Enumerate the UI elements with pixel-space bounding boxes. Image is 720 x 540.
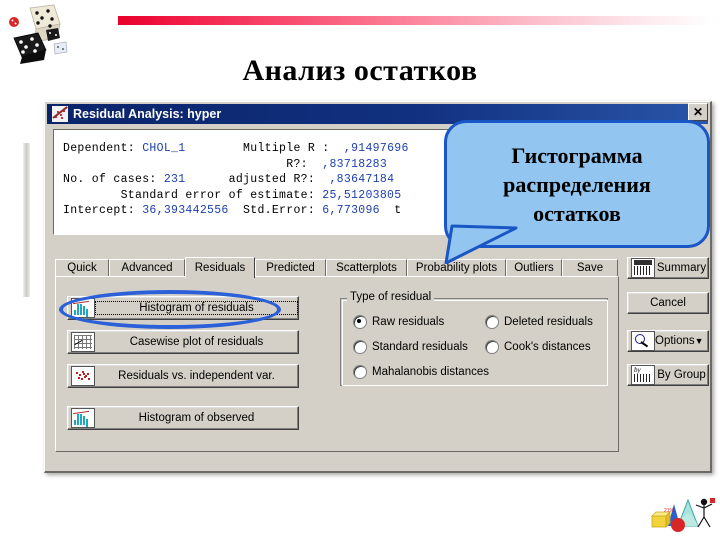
r-squared-label: R?:: [286, 157, 308, 171]
callout-line-2: распределения: [503, 171, 651, 197]
by-group-label: By Group: [657, 369, 706, 381]
tabstrip: Quick Advanced Residuals Predicted Scatt…: [55, 257, 703, 278]
radio-dot-icon: [485, 315, 499, 329]
dependent-label: Dependent:: [63, 142, 136, 155]
residuals-vs-independent-var-button[interactable]: Residuals vs. independent var.: [67, 364, 299, 388]
adj-r-label: adjusted R?:: [228, 173, 316, 186]
std-error-estimate-value: 25,51203805: [322, 188, 402, 202]
radio-cooks-distances[interactable]: Cook's distances: [485, 340, 591, 354]
radio-cooks-distances-label: Cook's distances: [504, 341, 591, 353]
radio-deleted-residuals-label: Deleted residuals: [504, 316, 593, 328]
scatter-plot-icon: [71, 366, 95, 386]
decorative-rule: [118, 16, 714, 25]
summary-table-icon: [631, 258, 655, 278]
std-error-label: Std.Error:: [243, 204, 316, 217]
radio-dot-icon: [485, 340, 499, 354]
app-icon: [51, 105, 69, 123]
std-error-estimate-label: Standard error of estimate:: [120, 188, 316, 202]
radio-dot-icon: [353, 365, 367, 379]
summary-button[interactable]: Summary: [627, 257, 709, 279]
multiple-r-value: ,91497696: [343, 142, 409, 155]
page-title: Анализ остатков: [242, 54, 478, 87]
tab-advanced[interactable]: Advanced: [109, 259, 185, 277]
tab-quick[interactable]: Quick: [55, 259, 109, 277]
type-of-residual-legend: Type of residual: [347, 291, 435, 303]
callout-line-1: Гистограмма: [511, 142, 643, 168]
radio-dot-icon: [353, 340, 367, 354]
radio-standard-residuals-label: Standard residuals: [372, 341, 468, 353]
casewise-plot-of-residuals-button[interactable]: Casewise plot of residuals: [67, 330, 299, 354]
radio-raw-residuals-label: Raw residuals: [372, 316, 445, 328]
radio-raw-residuals[interactable]: Raw residuals: [353, 315, 444, 329]
tab-scatterplots[interactable]: Scatterplots: [326, 259, 407, 277]
options-label: Options: [655, 335, 695, 347]
cancel-label: Cancel: [650, 297, 686, 309]
intercept-value: 36,393442556: [142, 204, 229, 217]
svg-text:21%: 21%: [664, 508, 675, 514]
callout-bubble: Гистограмма распределения остатков: [444, 120, 710, 264]
by-group-button[interactable]: By Group: [627, 364, 709, 386]
dialog-title: Residual Analysis: hyper: [73, 107, 222, 121]
cancel-button[interactable]: Cancel: [627, 292, 709, 314]
cases-label: No. of cases:: [63, 173, 157, 186]
radio-mahalanobis-distances[interactable]: Mahalanobis distances: [353, 365, 489, 379]
histogram-of-observed-label: Histogram of observed: [138, 412, 255, 424]
tab-residuals[interactable]: Residuals: [185, 257, 255, 278]
intercept-label: Intercept:: [63, 204, 136, 217]
multiple-r-label: Multiple R :: [243, 142, 330, 155]
tab-predicted[interactable]: Predicted: [255, 259, 326, 277]
summary-label: Summary: [656, 262, 707, 274]
std-error-value: 6,773096: [322, 204, 380, 217]
histogram-icon: [71, 298, 95, 318]
radio-dot-icon: [353, 315, 367, 329]
dependent-value: CHOL_1: [142, 142, 186, 155]
r-squared-value: ,83718283: [322, 157, 388, 171]
histogram-of-observed-button[interactable]: Histogram of observed: [67, 406, 299, 430]
options-button[interactable]: Options ▼: [627, 330, 709, 352]
radio-deleted-residuals[interactable]: Deleted residuals: [485, 315, 593, 329]
radio-standard-residuals[interactable]: Standard residuals: [353, 340, 468, 354]
histogram-of-residuals-button[interactable]: Histogram of residuals: [67, 296, 299, 320]
grid-plot-icon: [71, 332, 95, 352]
adj-r-value: ,83647184: [329, 173, 395, 186]
close-icon[interactable]: ✕: [688, 103, 708, 121]
t-label: t: [394, 204, 402, 217]
callout-text: Гистограмма распределения остатков: [444, 120, 710, 248]
histogram-of-residuals-label: Histogram of residuals: [95, 301, 298, 315]
callout-line-3: остатков: [533, 200, 621, 226]
slide-canvas: Анализ остатков Residual Analysis: hyper…: [0, 0, 720, 540]
left-accent-bar: [23, 143, 30, 297]
radio-mahalanobis-distances-label: Mahalanobis distances: [372, 366, 489, 378]
statistics-clipart: 21%: [651, 498, 715, 532]
chevron-down-icon: ▼: [694, 336, 704, 346]
casewise-plot-label: Casewise plot of residuals: [129, 336, 264, 348]
residuals-vs-independent-label: Residuals vs. independent var.: [118, 370, 275, 382]
cases-value: 231: [163, 173, 186, 186]
by-group-icon: [631, 365, 655, 385]
options-icon: [631, 331, 655, 351]
histogram-icon: [71, 408, 95, 428]
